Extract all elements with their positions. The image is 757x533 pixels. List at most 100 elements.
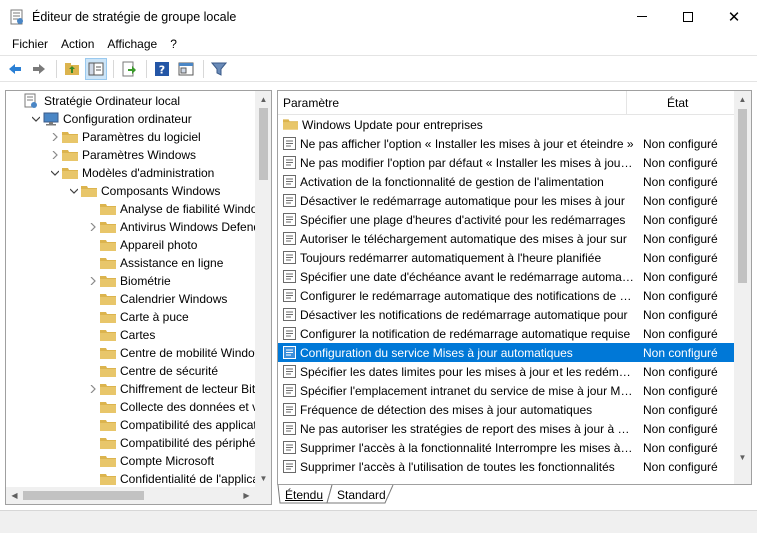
chevron-down-icon[interactable] bbox=[67, 182, 81, 200]
policy-setting-row[interactable]: Spécifier les dates limites pour les mis… bbox=[278, 362, 734, 381]
menu-action[interactable]: Action bbox=[55, 37, 100, 51]
setting-state: Non configuré bbox=[643, 421, 718, 436]
tree-horizontal-scrollbar[interactable]: ◀ ▶ bbox=[6, 487, 255, 504]
tree-vertical-scrollbar[interactable]: ▲ ▼ bbox=[255, 91, 271, 487]
scroll-up-arrow-icon[interactable]: ▲ bbox=[734, 91, 751, 108]
expander-placeholder bbox=[86, 362, 100, 380]
export-list-button[interactable] bbox=[118, 58, 140, 80]
back-button[interactable] bbox=[4, 58, 26, 80]
policy-setting-row[interactable]: Toujours redémarrer automatiquement à l'… bbox=[278, 248, 734, 267]
folder-icon bbox=[100, 437, 116, 449]
policy-setting-row[interactable]: Ne pas autoriser les stratégies de repor… bbox=[278, 419, 734, 438]
policy-setting-row[interactable]: Spécifier une plage d'heures d'activité … bbox=[278, 210, 734, 229]
tree-item[interactable]: Modèles d'administration bbox=[48, 164, 214, 182]
menu-affichage[interactable]: Affichage bbox=[101, 37, 163, 51]
chevron-down-icon[interactable] bbox=[29, 110, 43, 128]
policy-setting-row[interactable]: Supprimer l'accès à l'utilisation de tou… bbox=[278, 457, 734, 476]
tree-item[interactable]: Collecte des données et versions d'évalu… bbox=[86, 398, 255, 416]
tree-item[interactable]: Composants Windows bbox=[67, 182, 220, 200]
tree-item[interactable]: Chiffrement de lecteur BitLocker bbox=[86, 380, 255, 398]
menu-help[interactable]: ? bbox=[164, 37, 183, 51]
minimize-button[interactable] bbox=[619, 0, 665, 33]
tree-item[interactable]: Biométrie bbox=[86, 272, 171, 290]
list-scroll-thumb[interactable] bbox=[738, 109, 747, 283]
policy-setting-row[interactable]: Ne pas modifier l'option par défaut « In… bbox=[278, 153, 734, 172]
tree-item-label: Configuration ordinateur bbox=[63, 112, 192, 126]
tree-item[interactable]: Confidentialité de l'application bbox=[86, 470, 255, 487]
tree-item[interactable]: Centre de mobilité Windows bbox=[86, 344, 255, 362]
tree-item[interactable]: Configuration ordinateur bbox=[29, 110, 192, 128]
tab-standard[interactable]: Standard bbox=[337, 485, 386, 504]
policy-setting-row[interactable]: Autoriser le téléchargement automatique … bbox=[278, 229, 734, 248]
tree-item[interactable]: Assistance en ligne bbox=[86, 254, 223, 272]
chevron-down-icon[interactable] bbox=[48, 164, 62, 182]
scroll-left-arrow-icon[interactable]: ◀ bbox=[6, 487, 23, 504]
toolbar: ? bbox=[0, 55, 757, 82]
help-button[interactable]: ? bbox=[151, 58, 173, 80]
tree-item[interactable]: Paramètres Windows bbox=[48, 146, 196, 164]
list-vertical-scrollbar[interactable]: ▲ ▼ bbox=[734, 91, 751, 484]
policy-setting-row[interactable]: Fréquence de détection des mises à jour … bbox=[278, 400, 734, 419]
policy-setting-icon bbox=[283, 460, 296, 473]
chevron-right-icon[interactable] bbox=[48, 128, 62, 146]
scroll-right-arrow-icon[interactable]: ▶ bbox=[238, 487, 255, 504]
policy-setting-row[interactable]: Configurer la notification de redémarrag… bbox=[278, 324, 734, 343]
tree-item-label: Carte à puce bbox=[120, 310, 189, 324]
up-level-button[interactable] bbox=[61, 58, 83, 80]
policy-setting-row[interactable]: Spécifier l'emplacement intranet du serv… bbox=[278, 381, 734, 400]
column-header-parameter[interactable]: Paramètre bbox=[278, 91, 627, 115]
tree-scroll-thumb[interactable] bbox=[259, 108, 268, 180]
expander-placeholder bbox=[86, 326, 100, 344]
show-hide-tree-button[interactable] bbox=[85, 57, 107, 80]
policy-tree: Stratégie Ordinateur local Configuration … bbox=[6, 91, 255, 487]
policy-setting-row[interactable]: Ne pas afficher l'option « Installer les… bbox=[278, 134, 734, 153]
policy-setting-row[interactable]: Désactiver le redémarrage automatique po… bbox=[278, 191, 734, 210]
show-hide-tree-icon bbox=[88, 62, 104, 75]
chevron-right-icon[interactable] bbox=[86, 218, 100, 236]
policy-setting-row[interactable]: Spécifier une date d'échéance avant le r… bbox=[278, 267, 734, 286]
chevron-right-icon[interactable] bbox=[48, 146, 62, 164]
properties-view-icon bbox=[178, 62, 194, 75]
close-button[interactable]: ✕ bbox=[711, 0, 757, 33]
policy-setting-icon bbox=[283, 213, 296, 226]
maximize-button[interactable] bbox=[665, 0, 711, 33]
tab-extended[interactable]: Étendu bbox=[285, 485, 323, 504]
scroll-up-arrow-icon[interactable]: ▲ bbox=[255, 91, 271, 108]
chevron-right-icon[interactable] bbox=[86, 380, 100, 398]
policy-setting-row[interactable]: Configurer le redémarrage automatique de… bbox=[278, 286, 734, 305]
expander-placeholder bbox=[10, 92, 24, 110]
tree-item[interactable]: Compatibilité des applications bbox=[86, 416, 255, 434]
menu-fichier[interactable]: Fichier bbox=[6, 37, 54, 51]
tree-item[interactable]: Carte à puce bbox=[86, 308, 189, 326]
policy-setting-row[interactable]: Désactiver les notifications de redémarr… bbox=[278, 305, 734, 324]
chevron-right-icon[interactable] bbox=[86, 272, 100, 290]
folder-icon bbox=[100, 221, 116, 233]
scroll-down-arrow-icon[interactable]: ▼ bbox=[734, 449, 751, 466]
properties-view-button[interactable] bbox=[175, 58, 197, 80]
back-arrow-icon bbox=[9, 63, 21, 74]
policy-setting-icon bbox=[283, 441, 296, 454]
policy-setting-row[interactable]: Supprimer l'accès à la fonctionnalité In… bbox=[278, 438, 734, 457]
policy-setting-row[interactable]: Configuration du service Mises à jour au… bbox=[278, 343, 734, 362]
expander-placeholder bbox=[86, 452, 100, 470]
filter-button[interactable] bbox=[208, 58, 230, 80]
tree-item[interactable]: Compte Microsoft bbox=[86, 452, 214, 470]
tree-item[interactable]: Appareil photo bbox=[86, 236, 197, 254]
column-header-state[interactable]: État bbox=[627, 91, 734, 115]
tree-hscroll-thumb[interactable] bbox=[23, 491, 144, 500]
setting-name: Supprimer l'accès à l'utilisation de tou… bbox=[300, 459, 615, 474]
tree-item[interactable]: Calendrier Windows bbox=[86, 290, 227, 308]
forward-button[interactable] bbox=[28, 58, 50, 80]
tree-item[interactable]: Cartes bbox=[86, 326, 155, 344]
tree-item[interactable]: Paramètres du logiciel bbox=[48, 128, 201, 146]
tree-item-label: Composants Windows bbox=[101, 184, 221, 198]
folder-icon bbox=[62, 131, 78, 143]
tree-item[interactable]: Stratégie Ordinateur local bbox=[10, 92, 180, 110]
tree-item[interactable]: Compatibilité des périphériques bbox=[86, 434, 255, 452]
scroll-down-arrow-icon[interactable]: ▼ bbox=[255, 470, 271, 487]
tree-item[interactable]: Centre de sécurité bbox=[86, 362, 218, 380]
tree-item[interactable]: Antivirus Windows Defender bbox=[86, 218, 255, 236]
tree-item[interactable]: Analyse de fiabilité Windows bbox=[86, 200, 255, 218]
list-folder-row[interactable]: Windows Update pour entreprises bbox=[278, 115, 734, 134]
policy-setting-row[interactable]: Activation de la fonctionnalité de gesti… bbox=[278, 172, 734, 191]
